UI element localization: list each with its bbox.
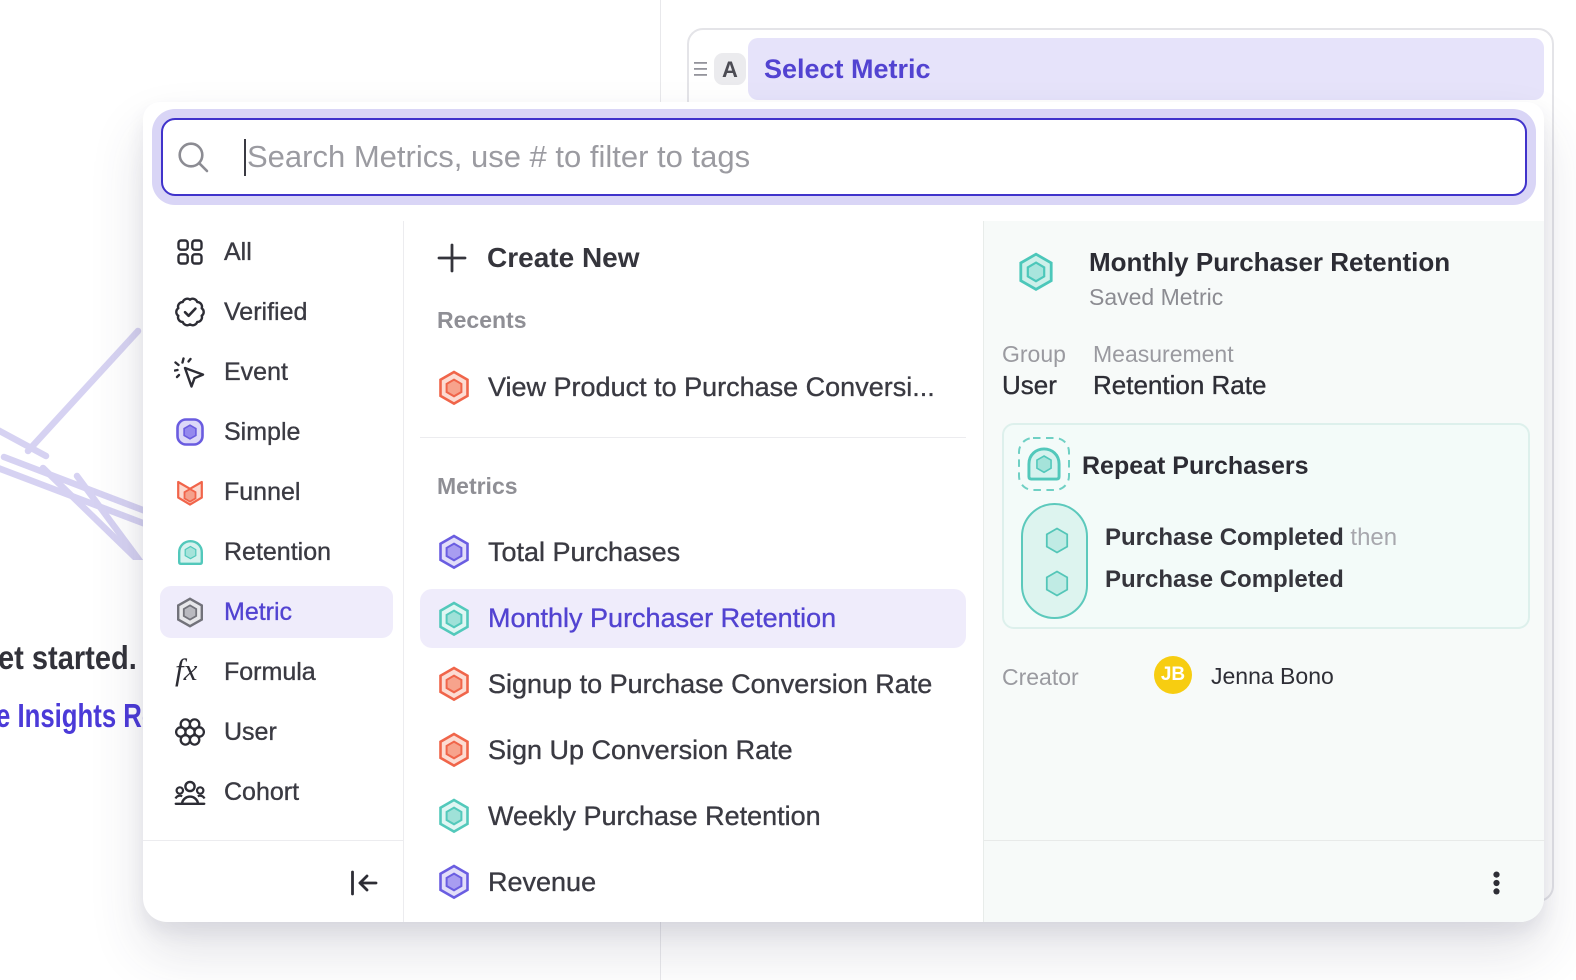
svg-text:fx: fx — [175, 655, 198, 687]
